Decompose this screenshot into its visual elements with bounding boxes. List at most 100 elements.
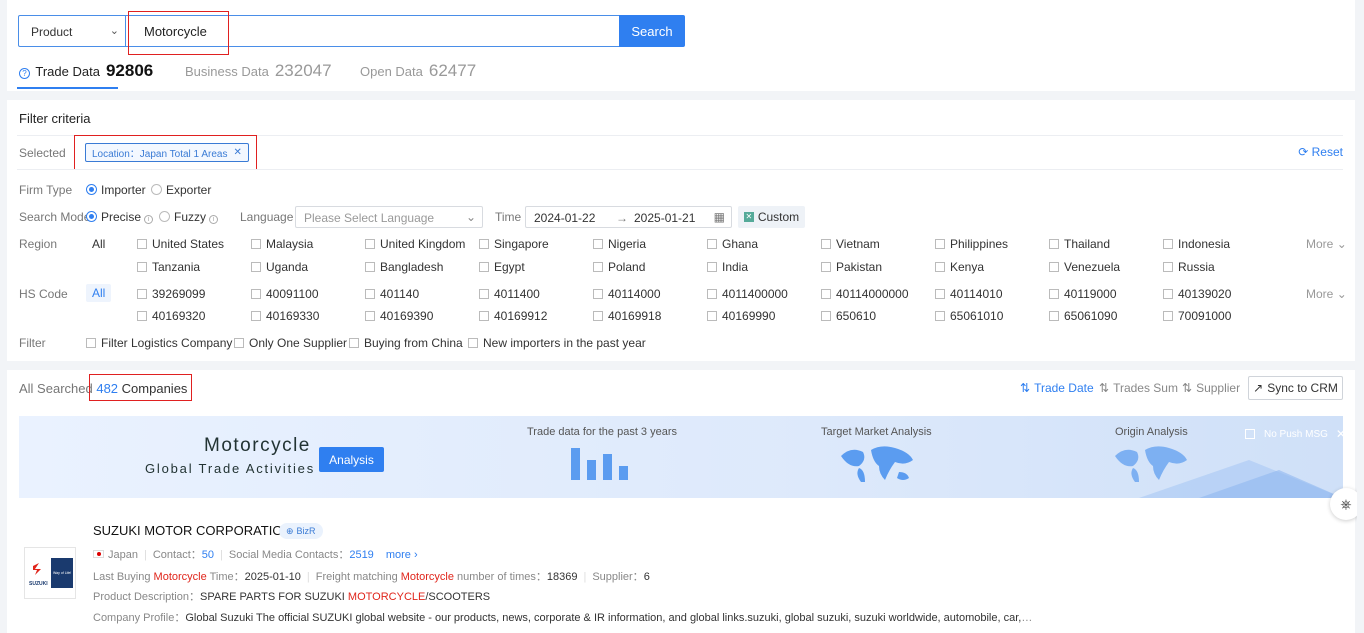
radio-unchecked-icon	[151, 184, 162, 195]
contact-label: Contact：	[152, 549, 202, 561]
search-type-select[interactable]: Product ⌄	[18, 15, 126, 47]
region-more[interactable]: More ⌄	[1306, 237, 1347, 251]
region-option[interactable]: Ghana	[707, 237, 758, 251]
hs-code-option[interactable]: 40169330	[251, 309, 319, 323]
tab-open-data[interactable]: Open Data 62477	[360, 61, 476, 81]
checkbox-icon	[86, 338, 96, 348]
contact-value[interactable]: 50	[202, 549, 214, 561]
hs-code-option[interactable]: 40169390	[365, 309, 433, 323]
hs-code-option[interactable]: 40114010	[935, 287, 1003, 301]
region-option[interactable]: Tanzania	[137, 260, 200, 274]
hs-code-option[interactable]: 40169912	[479, 309, 547, 323]
last-buying-label: Last Buying	[93, 571, 154, 583]
radio-checked-icon	[86, 184, 97, 195]
radio-exporter[interactable]: Exporter	[151, 183, 211, 197]
hs-code-option[interactable]: 40169918	[593, 309, 661, 323]
reset-button[interactable]: ⟳ Reset	[1298, 145, 1343, 159]
company-logo[interactable]: SUZUKI Way of Life!	[24, 547, 76, 599]
hs-code-option[interactable]: 401140	[365, 287, 419, 301]
radio-precise[interactable]: Precise i	[86, 210, 154, 224]
company-name[interactable]: SUZUKI MOTOR CORPORATION	[93, 523, 292, 538]
radio-exporter-label: Exporter	[166, 183, 212, 197]
sync-to-crm-label: Sync to CRM	[1267, 381, 1338, 395]
region-option[interactable]: Nigeria	[593, 237, 646, 251]
date-range-picker[interactable]: 2024-01-22 → 2025-01-21 ▦	[525, 206, 732, 228]
language-select[interactable]: Please Select Language ⌄	[295, 206, 483, 228]
search-panel: Product ⌄ Motorcycle Search ? Trade Data…	[7, 0, 1355, 91]
social-value[interactable]: 2519	[349, 549, 373, 561]
hs-code-option[interactable]: 40169990	[707, 309, 775, 323]
freight-value: 18369	[546, 571, 578, 583]
hs-code-option[interactable]: 40114000	[593, 287, 661, 301]
hs-code-option[interactable]: 650610	[821, 309, 876, 323]
sort-supplier[interactable]: ⇅ Supplier	[1182, 381, 1240, 395]
region-option[interactable]: Malaysia	[251, 237, 313, 251]
region-option[interactable]: Kenya	[935, 260, 984, 274]
sort-trade-date[interactable]: ⇅ Trade Date	[1020, 381, 1094, 395]
region-option[interactable]: Vietnam	[821, 237, 880, 251]
annotation-box-count	[89, 374, 192, 401]
hs-code-all[interactable]: All	[86, 284, 112, 302]
region-option[interactable]: India	[707, 260, 748, 274]
hs-code-option[interactable]: 39269099	[137, 287, 205, 301]
hs-code-option[interactable]: 4011400	[479, 287, 540, 301]
region-option[interactable]: Bangladesh	[365, 260, 443, 274]
region-option-label: Pakistan	[836, 260, 883, 274]
hs-code-option[interactable]: 40091100	[251, 287, 319, 301]
hs-code-option[interactable]: 65061010	[935, 309, 1003, 323]
more-link[interactable]: more ›	[386, 549, 418, 561]
checkbox-icon	[593, 239, 603, 249]
sort-icon: ⇅	[1099, 381, 1110, 395]
hs-code-more[interactable]: More ⌄	[1306, 287, 1347, 301]
hs-code-option[interactable]: 40139020	[1163, 287, 1231, 301]
checkbox-one-supplier-label: Only One Supplier	[249, 336, 348, 350]
checkbox-buying-china[interactable]: Buying from China	[349, 336, 463, 350]
region-option[interactable]: United Kingdom	[365, 237, 465, 251]
region-option[interactable]: Egypt	[479, 260, 525, 274]
help-icon: ?	[19, 68, 30, 79]
region-option[interactable]: Poland	[593, 260, 645, 274]
checkbox-icon	[468, 338, 478, 348]
company-meta-row: Japan | Contact：50 | Social Media Contacts：2…	[93, 546, 418, 562]
custom-button[interactable]: ✕ Custom	[738, 206, 805, 228]
region-option[interactable]: Singapore	[479, 237, 549, 251]
search-button[interactable]: Search	[619, 15, 685, 47]
hs-code-option[interactable]: 40169320	[137, 309, 205, 323]
language-label: Language	[240, 210, 294, 224]
tab-business-data[interactable]: Business Data 232047	[185, 61, 332, 81]
last-buying-value: 2025-01-10	[244, 571, 301, 583]
region-option[interactable]: Venezuela	[1049, 260, 1120, 274]
hs-code-option[interactable]: 65061090	[1049, 309, 1117, 323]
active-tab-underline	[17, 87, 118, 89]
region-all[interactable]: All	[92, 237, 105, 251]
region-option[interactable]: Uganda	[251, 260, 308, 274]
radio-importer[interactable]: Importer	[86, 183, 146, 197]
checkbox-one-supplier[interactable]: Only One Supplier	[234, 336, 347, 350]
region-option[interactable]: Pakistan	[821, 260, 882, 274]
sync-to-crm-button[interactable]: ↗ Sync to CRM	[1248, 376, 1343, 400]
hs-code-option[interactable]: 4011400000	[707, 287, 788, 301]
sort-trades-sum[interactable]: ⇅ Trades Sum	[1099, 381, 1178, 395]
checkbox-new-importers[interactable]: New importers in the past year	[468, 336, 646, 350]
no-push-toggle[interactable]: No Push MSG ✕	[1245, 427, 1343, 441]
checkbox-icon	[349, 338, 359, 348]
page-scrollbar[interactable]	[1357, 0, 1364, 633]
hs-code-option[interactable]: 40114000000	[821, 287, 909, 301]
region-option[interactable]: Philippines	[935, 237, 1008, 251]
radio-fuzzy[interactable]: Fuzzy i	[159, 210, 219, 224]
search-type-value: Product	[31, 25, 73, 39]
region-option[interactable]: United States	[137, 237, 224, 251]
region-option[interactable]: Thailand	[1049, 237, 1110, 251]
freight-label: Freight matching	[315, 571, 401, 583]
hs-code-option[interactable]: 70091000	[1163, 309, 1231, 323]
analysis-button[interactable]: Analysis	[319, 447, 384, 472]
region-option[interactable]: Indonesia	[1163, 237, 1230, 251]
region-option[interactable]: Russia	[1163, 260, 1215, 274]
region-option-label: Kenya	[950, 260, 985, 274]
close-icon[interactable]: ✕	[1336, 427, 1343, 441]
tab-trade-data[interactable]: ? Trade Data 92806	[19, 61, 153, 81]
hs-code-option-label: 40169912	[494, 309, 548, 323]
checkbox-icon	[137, 239, 147, 249]
checkbox-filter-logistics[interactable]: Filter Logistics Company	[86, 336, 232, 350]
hs-code-option[interactable]: 40119000	[1049, 287, 1117, 301]
